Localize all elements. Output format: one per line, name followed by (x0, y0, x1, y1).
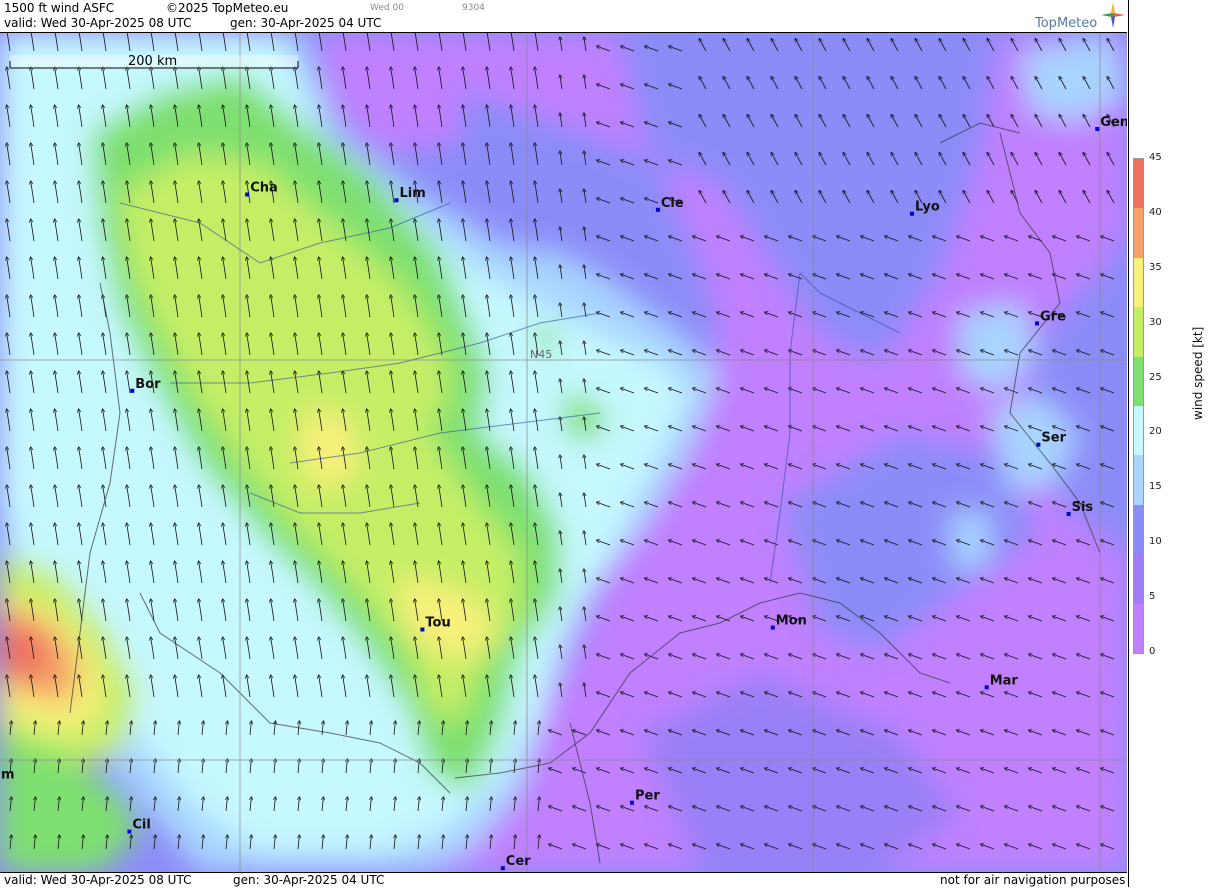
city-marker-icon (500, 866, 505, 871)
city-marker-icon (984, 685, 989, 690)
footer-bar: valid: Wed 30-Apr-2025 08 UTC gen: 30-Ap… (0, 872, 1127, 888)
city-cer: Cer (500, 854, 531, 871)
city-gre: Gre (1035, 309, 1066, 326)
city-marker-icon (394, 198, 399, 203)
city-marker-icon (245, 192, 250, 197)
city-gen: Gen (1095, 115, 1127, 131)
city-marker-icon (1095, 127, 1100, 131)
wind-map-canvas: N45 200 km ChaBerGenLimCleLyoAosGreBorSe… (0, 33, 1127, 872)
city-label: Tou (425, 616, 450, 631)
city-label: Cer (506, 854, 531, 869)
city-marker-icon (770, 625, 775, 630)
legend-title: wind speed [kt] (1191, 326, 1205, 420)
header-bar: 1500 ft wind ASFC ©2025 TopMeteo.eu Wed … (0, 0, 1127, 33)
city-label: Ser (1041, 431, 1066, 446)
legend-tick-label: 25 (1149, 371, 1162, 383)
legend-swatch (1134, 554, 1143, 604)
city-label: Per (635, 789, 660, 804)
city-label: Sis (1072, 500, 1094, 515)
valid-time: valid: Wed 30-Apr-2025 08 UTC (4, 16, 192, 30)
city-mar: Mar (984, 673, 1019, 690)
legend-swatch (1134, 406, 1143, 456)
legend-tick-label: 30 (1149, 316, 1162, 328)
footer-valid-time: valid: Wed 30-Apr-2025 08 UTC (4, 873, 192, 887)
city-label: Gre (1040, 309, 1066, 324)
city-per: Per (630, 789, 660, 805)
footer-disclaimer: not for air navigation purposes (940, 873, 1126, 887)
city-label: Lyo (915, 200, 940, 215)
legend-swatch (1134, 257, 1143, 308)
legend-swatch (1134, 455, 1143, 505)
legend-tick-label: 0 (1149, 646, 1156, 657)
city-label: Gen (1100, 115, 1127, 130)
city-label: Bor (135, 377, 161, 392)
legend-tick-label: 10 (1149, 536, 1162, 548)
city-label: Cil (132, 818, 150, 833)
legend-swatch (1134, 208, 1143, 258)
product-title: 1500 ft wind ASFC (4, 1, 115, 15)
city-label: Mon (776, 614, 807, 629)
legend-tick-label: 5 (1149, 591, 1156, 603)
legend-tick-label: 40 (1149, 206, 1162, 218)
scale-bar: 200 km (9, 54, 299, 69)
gen-time: gen: 30-Apr-2025 04 UTC (230, 16, 382, 30)
city-bor: Bor (130, 377, 161, 393)
city-label: Lim (400, 186, 426, 201)
city-marker-icon (630, 800, 634, 805)
footer-gen-time: gen: 30-Apr-2025 04 UTC (233, 873, 385, 887)
legend-tick-label: 15 (1149, 481, 1162, 493)
city-sis: Sis (1066, 500, 1094, 516)
copyright-text: ©2025 TopMeteo.eu (166, 1, 289, 15)
city-marker-icon (1036, 442, 1041, 447)
city-label: Cha (250, 181, 278, 196)
city-cha: Cha (245, 181, 278, 197)
legend-swatch (1134, 307, 1143, 357)
legend-swatch (1134, 356, 1143, 406)
city-label: Pam (0, 768, 15, 783)
small-day-text: Wed 00 (370, 3, 404, 13)
legend-tick-label: 20 (1149, 426, 1162, 438)
city-marker-icon (1035, 321, 1039, 326)
legend-tick-label: 45 (1149, 152, 1162, 163)
city-marker-icon (655, 207, 660, 212)
city-marker-icon (130, 388, 135, 393)
city-mon: Mon (770, 614, 807, 630)
city-label: Mar (990, 673, 1019, 688)
city-marker-icon (1066, 512, 1071, 516)
city-lyo: Lyo (910, 200, 940, 216)
city-tou: Tou (420, 616, 451, 632)
city-lim: Lim (394, 186, 426, 203)
legend-swatch (1134, 159, 1143, 209)
grid-label-n45: N45 (530, 348, 552, 361)
legend-swatch (1134, 504, 1143, 555)
legend-color-bar (1133, 158, 1144, 654)
city-ser: Ser (1036, 431, 1067, 447)
color-legend: 45 40 35 30 25 20 15 10 5 0 wind speed [kt] (1128, 0, 1219, 887)
city-cle: Cle (655, 196, 684, 212)
city-marker-icon (127, 829, 132, 834)
legend-swatch (1134, 603, 1143, 653)
small-code-text: 9304 (462, 3, 485, 13)
wind-map[interactable]: N45 200 km ChaBerGenLimCleLyoAosGreBorSe… (0, 33, 1127, 872)
city-marker-icon (910, 211, 914, 216)
compass-logo-icon (1101, 2, 1125, 28)
legend-tick-label: 35 (1149, 261, 1162, 273)
city-pam: Pam (0, 768, 15, 783)
scale-label: 200 km (128, 54, 177, 69)
city-marker-icon (420, 627, 425, 632)
topmeteo-logo-text: TopMeteo (1035, 16, 1098, 31)
city-label: Cle (661, 196, 684, 211)
